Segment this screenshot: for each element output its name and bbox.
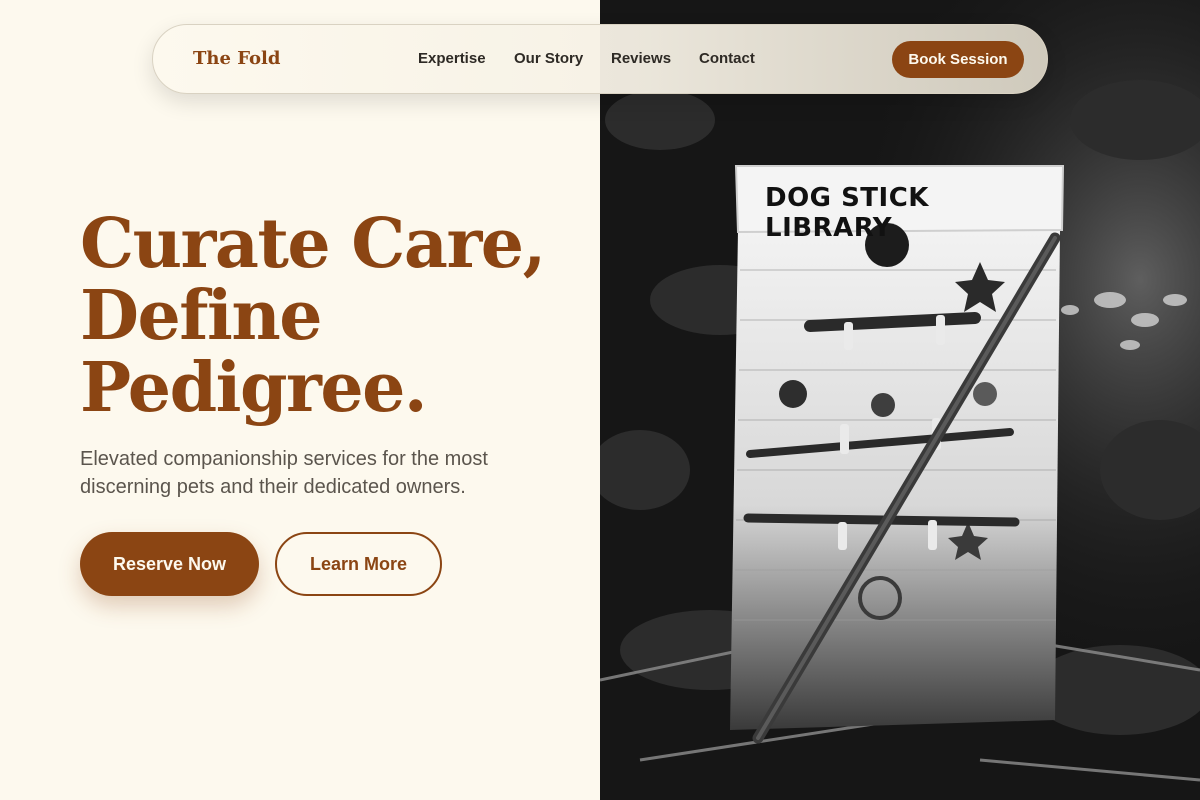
hero-left-panel: Curate Care, Define Pedigree. Elevated c… <box>0 0 600 800</box>
hero-title: Curate Care, Define Pedigree. <box>80 208 580 424</box>
hero-photo <box>600 0 1200 800</box>
hero-subtitle: Elevated companionship services for the … <box>80 448 488 498</box>
nav-link-contact[interactable]: Contact <box>699 50 755 67</box>
nav-link-reviews[interactable]: Reviews <box>611 50 671 67</box>
learn-more-button[interactable]: Learn More <box>275 532 442 596</box>
top-navbar: The Fold Expertise Our Story Reviews Con… <box>152 24 1048 94</box>
sign-text: DOG STICK LIBRARY <box>765 183 929 243</box>
book-session-button[interactable]: Book Session <box>892 41 1024 78</box>
brand-logo[interactable]: The Fold <box>193 48 280 69</box>
dog-stick-library-photo <box>600 0 1200 800</box>
hero-title-line-1: Curate Care, <box>80 204 546 284</box>
hero-title-line-2: Define <box>80 276 323 356</box>
reserve-now-button[interactable]: Reserve Now <box>80 532 259 596</box>
nav-link-our-story[interactable]: Our Story <box>514 50 583 67</box>
nav-link-expertise[interactable]: Expertise <box>418 50 486 67</box>
hero-title-line-3: Pedigree. <box>80 348 428 428</box>
